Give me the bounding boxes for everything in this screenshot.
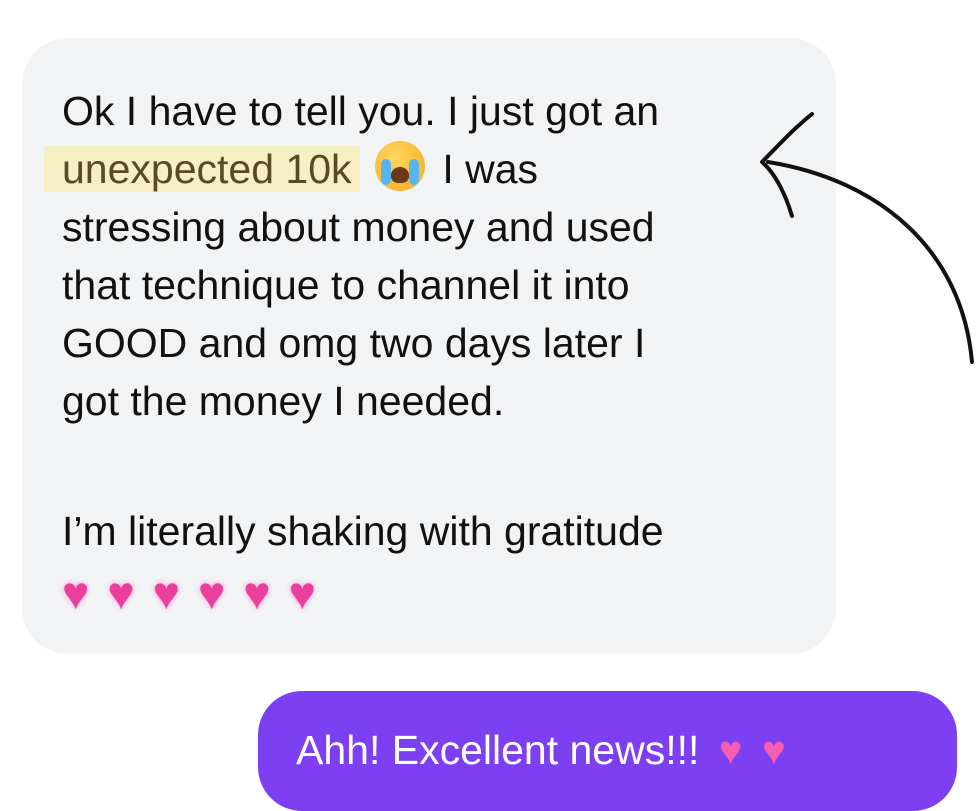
- message-line-5: GOOD and omg two days later I: [62, 320, 646, 366]
- hearts-row: ♥ ♥ ♥ ♥ ♥ ♥: [62, 568, 316, 618]
- message-line-7: I’m literally shaking with gratitude: [62, 508, 664, 554]
- message-line-4: that technique to channel it into: [62, 262, 630, 308]
- growing-heart-icon: ♥: [718, 729, 743, 773]
- outgoing-message-text: Ahh! Excellent news!!!: [296, 727, 700, 773]
- highlighted-phrase: unexpected 10k: [44, 146, 360, 192]
- growing-heart-icon: ♥: [243, 567, 271, 619]
- growing-heart-icon: ♥: [107, 567, 135, 619]
- growing-heart-icon: ♥: [761, 729, 786, 773]
- incoming-message-bubble[interactable]: Ok I have to tell you. I just got an une…: [22, 38, 836, 654]
- outgoing-message-bubble[interactable]: Ahh! Excellent news!!! ♥ ♥: [258, 691, 957, 811]
- growing-heart-icon: ♥: [152, 567, 180, 619]
- message-line-6: got the money I needed.: [62, 378, 505, 424]
- message-line-3: stressing about money and used: [62, 204, 655, 250]
- message-line-2: unexpected 10k I was: [44, 140, 539, 198]
- message-line-2-tail: I was: [442, 146, 539, 192]
- message-line-1: Ok I have to tell you. I just got an: [62, 88, 660, 134]
- growing-heart-icon: ♥: [62, 567, 90, 619]
- growing-heart-icon: ♥: [288, 567, 316, 619]
- outgoing-message-text-row: Ahh! Excellent news!!! ♥ ♥: [296, 725, 786, 776]
- growing-heart-icon: ♥: [197, 567, 226, 619]
- crying-face-icon: [374, 141, 425, 191]
- hand-drawn-arrow-icon: [760, 112, 974, 364]
